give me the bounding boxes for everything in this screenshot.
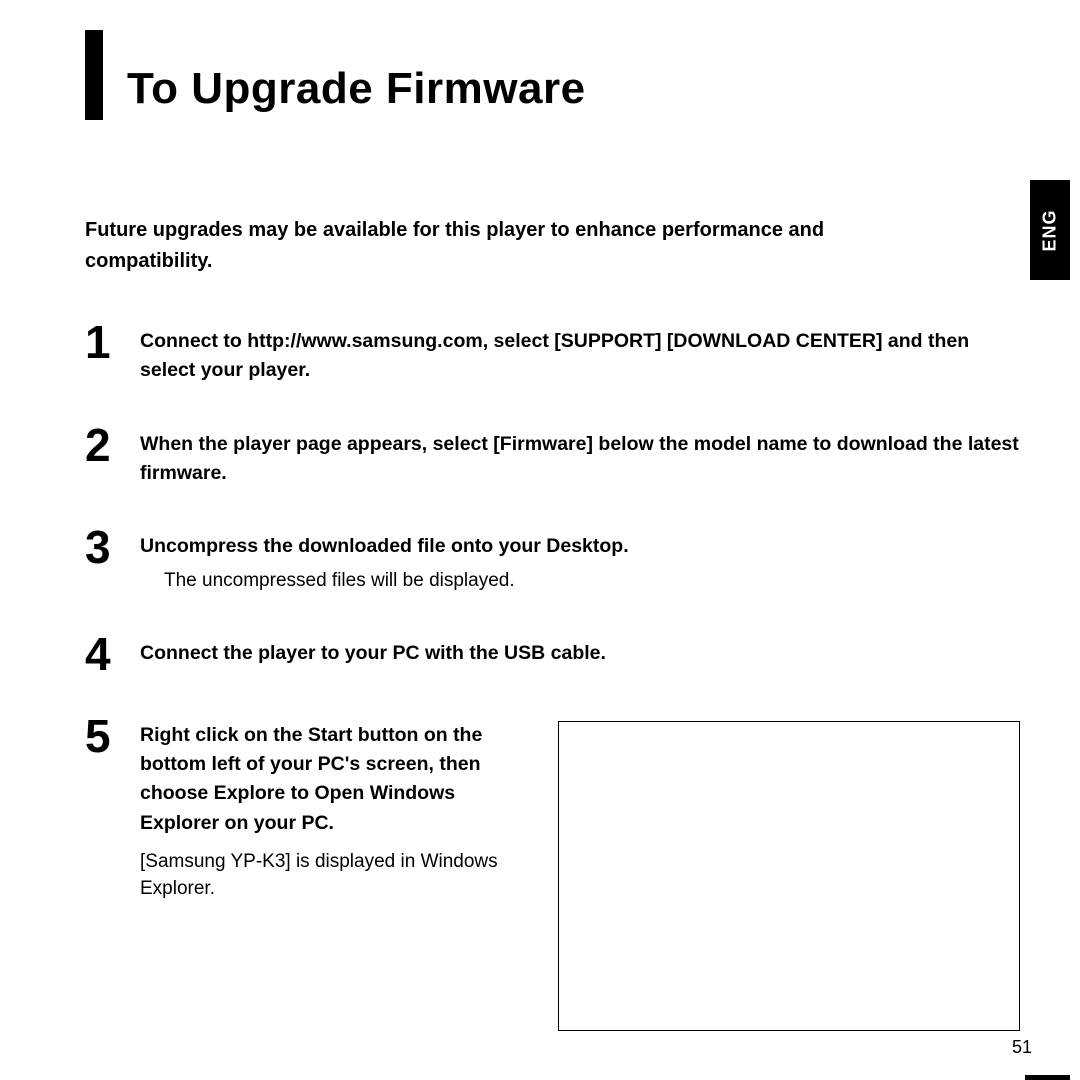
step-body: Right click on the Start button on the b… [140,713,1020,1031]
language-tab-label: ENG [1040,209,1061,251]
footer-accent-bar [1025,1075,1070,1080]
step-subtext: The uncompressed files will be displayed… [140,567,1020,595]
step-text: Connect the player to your PC with the U… [140,639,1020,668]
step-text: Right click on the Start button on the b… [140,721,530,838]
language-tab: ENG [1030,180,1070,280]
step-number: 1 [85,319,140,365]
step-text: Uncompress the downloaded file onto your… [140,532,1020,561]
intro-paragraph: Future upgrades may be available for thi… [85,215,925,277]
step-body: When the player page appears, select [Fi… [140,422,1020,489]
step-body: Connect to http://www.samsung.com, selec… [140,319,1020,386]
step-1: 1 Connect to http://www.samsung.com, sel… [85,319,1020,386]
page-title: To Upgrade Firmware [127,64,586,120]
title-accent-bar [85,30,103,120]
step-body: Uncompress the downloaded file onto your… [140,524,1020,595]
step-4: 4 Connect the player to your PC with the… [85,631,1020,677]
step-number: 2 [85,422,140,468]
step-text: When the player page appears, select [Fi… [140,430,1020,489]
step-5-text-column: Right click on the Start button on the b… [140,721,530,903]
step-text: Connect to http://www.samsung.com, selec… [140,327,1020,386]
step-number: 3 [85,524,140,570]
page-number: 51 [1012,1037,1032,1058]
step-number: 4 [85,631,140,677]
step-body: Connect the player to your PC with the U… [140,631,1020,668]
steps-list: 1 Connect to http://www.samsung.com, sel… [85,319,1020,1031]
title-block: To Upgrade Firmware [85,30,1020,120]
step-2: 2 When the player page appears, select [… [85,422,1020,489]
step-3: 3 Uncompress the downloaded file onto yo… [85,524,1020,595]
step-subtext: [Samsung YP-K3] is displayed in Windows … [140,848,530,903]
step-5: 5 Right click on the Start button on the… [85,713,1020,1031]
step-number: 5 [85,713,140,759]
manual-page: To Upgrade Firmware ENG Future upgrades … [0,0,1080,1080]
screenshot-placeholder [558,721,1020,1031]
